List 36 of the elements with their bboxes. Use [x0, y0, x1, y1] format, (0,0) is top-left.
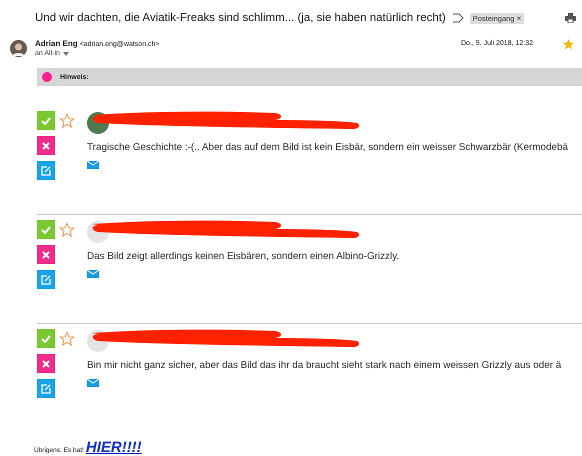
sender-name: Adrian Eng — [35, 39, 78, 48]
link[interactable]: HIER!!!! — [86, 439, 142, 456]
close-icon — [42, 360, 50, 368]
delete-button[interactable] — [37, 354, 55, 373]
caret-icon[interactable] — [62, 52, 69, 56]
star-icon[interactable] — [59, 222, 75, 238]
close-icon — [42, 142, 50, 150]
remove-tag-button[interactable]: × — [516, 14, 522, 22]
star-icon[interactable] — [59, 112, 75, 128]
star-icon[interactable] — [563, 39, 574, 50]
check-icon — [41, 334, 51, 342]
close-icon — [42, 250, 50, 258]
star-icon[interactable] — [59, 330, 75, 346]
comment-text: Bin mir nicht ganz sicher, aber das Bild das ihr da braucht sieht stark nach einem weissen Grizzly aus oder ä — [87, 360, 562, 371]
edit-button[interactable] — [37, 270, 55, 289]
check-icon — [41, 226, 51, 234]
edit-button[interactable] — [37, 161, 55, 180]
print-icon[interactable] — [565, 13, 576, 23]
mail-icon[interactable] — [87, 379, 99, 387]
check-icon — [41, 116, 51, 124]
approve-button[interactable] — [37, 220, 55, 239]
delete-button[interactable] — [37, 136, 55, 155]
edit-icon — [41, 274, 51, 284]
delete-button[interactable] — [37, 245, 55, 264]
approve-button[interactable] — [37, 111, 55, 130]
comment-text: Tragische Geschichte :-(.. Aber das auf dem Bild ist kein Eisbär, sondern ein weisser Schwarzbär (Kermodebä — [87, 142, 568, 153]
label-icon[interactable] — [452, 13, 464, 23]
edit-icon — [41, 166, 51, 176]
mail-icon[interactable] — [87, 161, 99, 169]
comment-text: Das Bild zeigt allerdings keinen Eisbären, sondern einen Albino-Grizzly. — [87, 251, 400, 262]
approve-button[interactable] — [37, 329, 55, 348]
sender-avatar — [10, 40, 27, 57]
edit-icon — [41, 384, 51, 394]
mail-icon[interactable] — [87, 270, 99, 278]
email-subject: Und wir dachten, die Aviatik-Freaks sind schlimm... (ja, sie haben natürlich recht) — [35, 12, 446, 24]
edit-button[interactable] — [37, 379, 55, 398]
